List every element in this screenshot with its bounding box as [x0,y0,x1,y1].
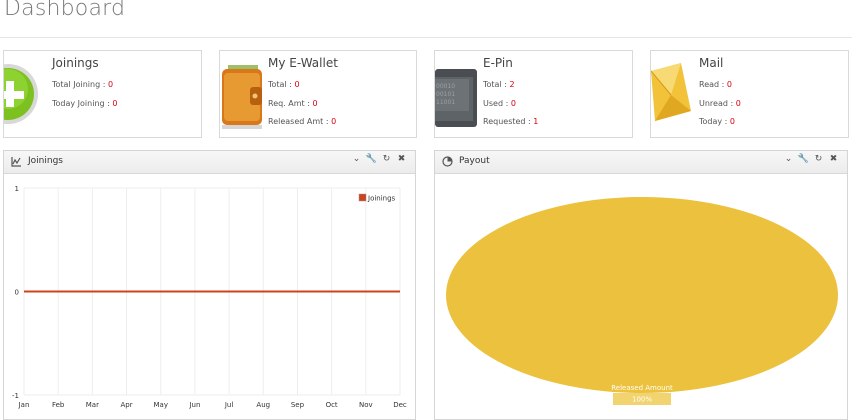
chevron-down-icon[interactable]: ⌄ [781,154,796,164]
panel-tools: ⌄ 🔧 ↻ ✖ [781,154,841,164]
x-tick-label: Feb [52,401,65,409]
chevron-down-icon[interactable]: ⌄ [349,154,364,164]
total-joining-stat: Total Joining : 0 [52,80,114,89]
page-title: Dashboard [4,0,126,21]
released-amt-stat: Released Amt : 0 [268,117,337,126]
epin-used-stat: Used : 0 [483,99,516,108]
epin-card: 00010 00101 11001 E-Pin Total : 2 Used :… [434,50,633,138]
svg-text:00010: 00010 [436,83,455,90]
joinings-line-chart: Jan Feb Mar Apr May Jun Jul Aug Sep Oct Nov Dec 1 0 -1… [12,185,407,409]
x-tick-label: Oct [326,401,338,409]
refresh-icon[interactable]: ↻ [379,154,394,164]
mail-today-stat: Today : 0 [699,117,736,126]
title-divider [0,37,852,38]
close-icon[interactable]: ✖ [826,154,841,164]
legend-swatch [358,193,367,202]
svg-text:00101: 00101 [436,91,455,98]
x-tick-label: Sep [291,401,305,409]
mail-read-stat: Read : 0 [699,80,732,89]
legend-label: Joinings [367,195,396,203]
y-tick-label: 0 [15,289,19,297]
panel-header: Payout ⌄ 🔧 ↻ ✖ [435,151,847,174]
epin-requested-stat: Requested : 1 [483,117,539,126]
x-tick-label: May [153,401,167,409]
joinings-panel: Joinings ⌄ 🔧 ↻ ✖ Jan Feb Mar Apr May Jun Jul Aug Se… [3,150,416,420]
panel-tools: ⌄ 🔧 ↻ ✖ [349,154,409,164]
x-tick-label: Jun [188,401,200,409]
y-tick-label: -1 [12,392,19,400]
today-joining-stat: Today Joining : 0 [52,99,118,108]
x-tick-label: Jul [224,401,234,409]
mail-card: Mail Read : 0 Unread : 0 Today : 0 [650,50,849,138]
wrench-icon[interactable]: 🔧 [364,154,379,164]
x-tick-label: Apr [120,401,132,409]
payout-panel: Payout ⌄ 🔧 ↻ ✖ Released Amount 100% [434,150,848,420]
slice-percent-label: 100% [632,396,652,404]
joinings-card: Joinings Total Joining : 0 Today Joining… [3,50,202,138]
x-tick-label: Aug [256,401,270,409]
card-title: E-Pin [483,56,513,70]
x-tick-label: Jan [18,401,30,409]
req-amt-stat: Req. Amt : 0 [268,99,318,108]
panel-header: Joinings ⌄ 🔧 ↻ ✖ [4,151,415,174]
line-chart-icon [11,157,21,167]
card-title: Mail [699,56,724,70]
epin-total-stat: Total : 2 [483,80,515,89]
mail-unread-stat: Unread : 0 [699,99,741,108]
wrench-icon[interactable]: 🔧 [796,154,811,164]
close-icon[interactable]: ✖ [394,154,409,164]
y-tick-label: 1 [15,185,19,193]
envelope-icon [651,51,695,137]
panel-title: Payout [459,156,490,166]
plus-circle-icon [4,51,48,137]
x-tick-label: Dec [393,401,407,409]
binary-wallet-icon: 00010 00101 11001 [435,51,479,137]
svg-text:11001: 11001 [436,99,455,106]
wallet-icon [220,51,264,137]
ewallet-card: My E-Wallet Total : 0 Req. Amt : 0 Relea… [219,50,417,138]
wallet-total-stat: Total : 0 [268,80,300,89]
x-tick-label: Mar [86,401,99,409]
slice-label: Released Amount [611,384,673,392]
refresh-icon[interactable]: ↻ [811,154,826,164]
card-title: My E-Wallet [268,56,338,70]
pie-slice [446,197,838,393]
pie-chart-icon [442,156,453,167]
card-title: Joinings [52,56,99,70]
payout-pie-chart: Released Amount 100% [446,197,838,405]
x-tick-label: Nov [359,401,373,409]
panel-title: Joinings [28,156,63,166]
